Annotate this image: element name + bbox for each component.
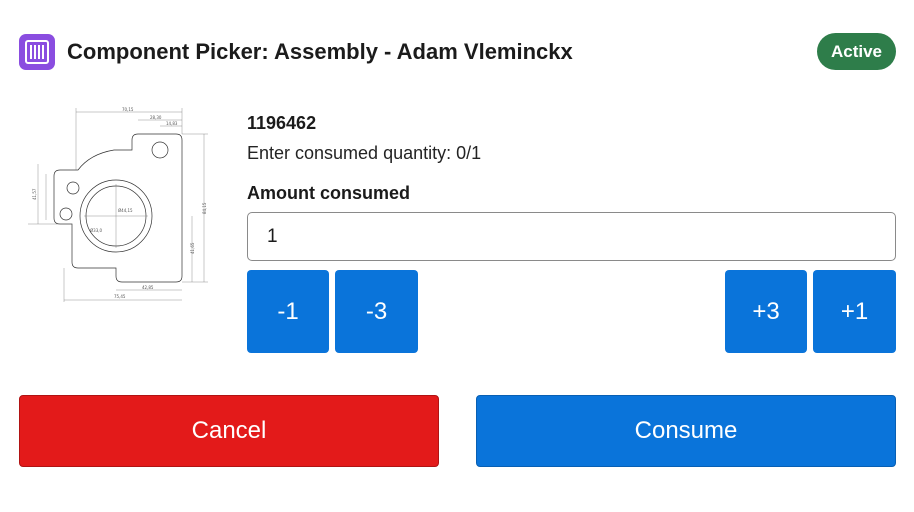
amount-consumed-label: Amount consumed: [247, 183, 411, 203]
page-title: Component Picker: Assembly - Adam Vlemin…: [67, 39, 573, 64]
svg-text:Ø44,15: Ø44,15: [118, 208, 133, 213]
decrement-1-button[interactable]: -1: [247, 270, 329, 353]
svg-text:70,15: 70,15: [122, 107, 134, 112]
svg-text:Ø33,0: Ø33,0: [90, 228, 103, 233]
increment-1-button[interactable]: +1: [813, 270, 896, 353]
part-number: 1196462: [247, 113, 317, 133]
barcode-icon: [19, 34, 55, 70]
svg-text:14,83: 14,83: [166, 121, 178, 126]
svg-text:41,65: 41,65: [190, 242, 195, 254]
svg-text:75,45: 75,45: [114, 294, 126, 299]
svg-text:28,30: 28,30: [150, 115, 162, 120]
svg-text:42,85: 42,85: [142, 285, 154, 290]
svg-text:41,57: 41,57: [32, 188, 37, 200]
increment-3-button[interactable]: +3: [725, 270, 807, 353]
amount-consumed-input[interactable]: [247, 212, 896, 261]
status-badge: Active: [817, 33, 896, 70]
component-picker-page: Component Picker: Assembly - Adam Vlemin…: [0, 0, 914, 512]
part-drawing: 70,15 28,30 14,83 84,15 41,65 75,45 42,8…: [28, 107, 208, 302]
cancel-button[interactable]: Cancel: [19, 395, 439, 467]
consume-button[interactable]: Consume: [476, 395, 896, 467]
quantity-instruction: Enter consumed quantity: 0/1: [247, 143, 482, 163]
decrement-3-button[interactable]: -3: [335, 270, 418, 353]
svg-text:84,15: 84,15: [202, 202, 207, 214]
